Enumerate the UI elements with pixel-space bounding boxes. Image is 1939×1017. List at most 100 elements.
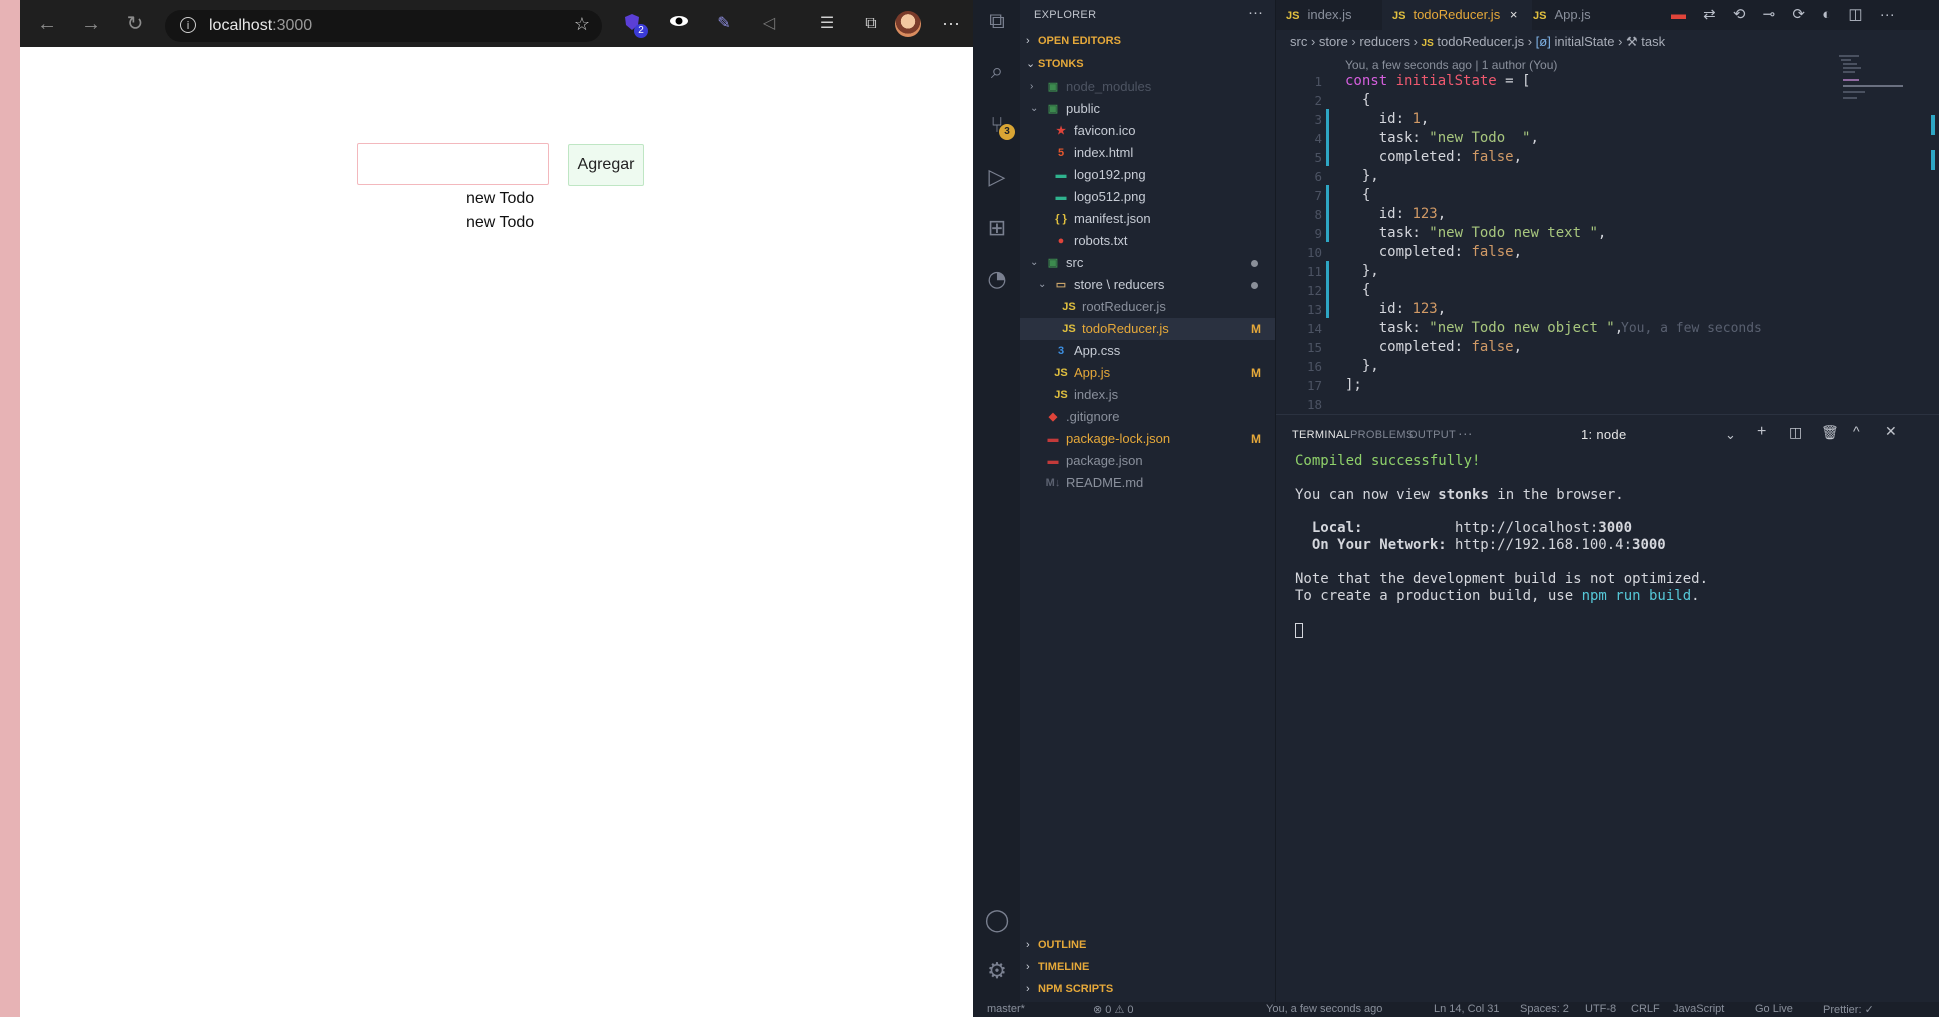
terminal-instance-select[interactable]: 1: node: [1581, 427, 1626, 442]
tree-item[interactable]: JS App.js M: [1020, 362, 1275, 384]
new-terminal-icon[interactable]: +: [1757, 423, 1767, 441]
previous-revision-icon[interactable]: ⟲: [1733, 6, 1746, 23]
tree-item[interactable]: 3 App.css: [1020, 340, 1275, 362]
code-line[interactable]: 1 const initialState = [: [1276, 72, 1836, 91]
minimap[interactable]: [1839, 55, 1914, 115]
toggle-blame-icon[interactable]: ◐: [1822, 6, 1831, 23]
code-line[interactable]: 14 task: "new Todo new object ", You, a f…: [1276, 319, 1836, 338]
breadcrumb-src[interactable]: src: [1290, 34, 1307, 49]
tree-item[interactable]: ● robots.txt: [1020, 230, 1275, 252]
eye-extension-icon[interactable]: [667, 12, 691, 36]
code-line[interactable]: 7 {: [1276, 186, 1836, 205]
extension-shield-icon[interactable]: 2: [620, 12, 648, 38]
account-icon[interactable]: ◯: [983, 907, 1011, 935]
indentation[interactable]: Spaces: 2: [1520, 1003, 1569, 1015]
code-line[interactable]: 11 },: [1276, 262, 1836, 281]
breadcrumb-symbol[interactable]: task: [1641, 34, 1665, 49]
more-menu-icon[interactable]: ⋯: [939, 12, 963, 36]
code-line[interactable]: 4 task: "new Todo ",: [1276, 129, 1836, 148]
read-aloud-icon[interactable]: ◁: [757, 12, 781, 36]
more-actions-icon[interactable]: ···: [1880, 6, 1895, 23]
run-debug-icon[interactable]: ▷: [983, 164, 1011, 192]
close-panel-icon[interactable]: ✕: [1885, 423, 1897, 440]
tree-item[interactable]: ◆ .gitignore: [1020, 406, 1275, 428]
explorer-more-icon[interactable]: ···: [1248, 4, 1263, 21]
code-line[interactable]: 15 completed: false,: [1276, 338, 1836, 357]
collections-icon[interactable]: ⧉: [859, 12, 883, 36]
forward-arrow-icon[interactable]: →: [76, 9, 106, 39]
tab-terminal[interactable]: TERMINAL: [1292, 429, 1350, 441]
prettier-status[interactable]: Prettier: ✓: [1823, 1003, 1874, 1016]
go-live[interactable]: Go Live: [1755, 1003, 1793, 1015]
gitlens-icon[interactable]: ◔: [983, 266, 1011, 294]
pen-extension-icon[interactable]: ✎: [712, 12, 736, 36]
favorite-star-icon[interactable]: ☆: [574, 14, 590, 35]
tree-item[interactable]: JS rootReducer.js: [1020, 296, 1275, 318]
section-npm-scripts[interactable]: › NPM SCRIPTS: [1026, 983, 1113, 995]
search-icon[interactable]: ⌕: [983, 58, 1011, 86]
problems-count[interactable]: ⊗ 0 ⚠ 0: [1093, 1003, 1133, 1016]
add-todo-button[interactable]: Agregar: [568, 144, 644, 186]
tree-item[interactable]: ▬ package-lock.json M: [1020, 428, 1275, 450]
reload-icon[interactable]: ↻: [120, 9, 150, 39]
back-arrow-icon[interactable]: ←: [32, 9, 62, 39]
code-line[interactable]: 16 },: [1276, 357, 1836, 376]
code-line[interactable]: 17];: [1276, 376, 1836, 395]
diff-icon[interactable]: ▬: [1671, 6, 1686, 23]
code-line[interactable]: 6 },: [1276, 167, 1836, 186]
tree-item[interactable]: ⌄ ▣ public: [1020, 98, 1275, 120]
language-mode[interactable]: JavaScript: [1673, 1003, 1724, 1015]
tab-problems[interactable]: PROBLEMS: [1350, 429, 1414, 441]
tree-item[interactable]: { } manifest.json: [1020, 208, 1275, 230]
git-branch[interactable]: master*: [987, 1003, 1025, 1015]
tree-item[interactable]: JS index.js: [1020, 384, 1275, 406]
split-editor-icon[interactable]: ◫: [1848, 6, 1862, 23]
profile-avatar[interactable]: [895, 11, 921, 37]
tab-index-js[interactable]: JS index.js: [1276, 0, 1391, 30]
close-tab-icon[interactable]: ×: [1510, 7, 1518, 22]
code-line[interactable]: 12 {: [1276, 281, 1836, 300]
trash-icon[interactable]: 🗑: [1821, 424, 1839, 441]
tree-item[interactable]: ▬ logo192.png: [1020, 164, 1275, 186]
blame-status[interactable]: You, a few seconds ago: [1266, 1003, 1382, 1015]
chevron-down-icon[interactable]: ⌄: [1725, 427, 1736, 443]
code-line[interactable]: 5 completed: false,: [1276, 148, 1836, 167]
code-line[interactable]: 18: [1276, 395, 1836, 414]
tab-app-js[interactable]: JS App.js: [1523, 0, 1623, 30]
commit-icon[interactable]: ⊸: [1763, 6, 1776, 23]
section-outline[interactable]: › OUTLINE: [1026, 939, 1086, 951]
panel-more-icon[interactable]: ···: [1458, 425, 1473, 441]
end-of-line[interactable]: CRLF: [1631, 1003, 1660, 1015]
tree-item[interactable]: JS todoReducer.js M: [1020, 318, 1275, 340]
info-icon[interactable]: i: [180, 17, 196, 33]
tree-item[interactable]: ▬ package.json: [1020, 450, 1275, 472]
code-line[interactable]: 8 id: 123,: [1276, 205, 1836, 224]
encoding[interactable]: UTF-8: [1585, 1003, 1616, 1015]
open-changes-icon[interactable]: ⇄: [1703, 6, 1716, 23]
favorites-icon[interactable]: ☰: [815, 12, 839, 36]
code-line[interactable]: 2 {: [1276, 91, 1836, 110]
section-timeline[interactable]: › TIMELINE: [1026, 961, 1089, 973]
explorer-files-icon[interactable]: ⧉: [983, 8, 1011, 36]
next-revision-icon[interactable]: ⟳: [1792, 6, 1805, 23]
section-open-editors[interactable]: › OPEN EDITORS: [1026, 35, 1121, 47]
settings-gear-icon[interactable]: ⚙: [983, 958, 1011, 986]
breadcrumb-reducers[interactable]: reducers: [1359, 34, 1410, 49]
maximize-panel-icon[interactable]: ^: [1853, 423, 1860, 439]
section-project[interactable]: ⌄ STONKS: [1026, 57, 1084, 70]
code-line[interactable]: 9 task: "new Todo new text ",: [1276, 224, 1836, 243]
tab-todoreducer-js[interactable]: JS todoReducer.js ×: [1382, 0, 1532, 30]
tree-item[interactable]: 5 index.html: [1020, 142, 1275, 164]
tree-item[interactable]: › ▣ node_modules: [1020, 76, 1275, 98]
cursor-position[interactable]: Ln 14, Col 31: [1434, 1003, 1499, 1015]
breadcrumb-symbol[interactable]: initialState: [1554, 34, 1614, 49]
code-editor[interactable]: 1 const initialState = [2 {3 id: 1, 4 task…: [1276, 72, 1939, 412]
code-line[interactable]: 13 id: 123,: [1276, 300, 1836, 319]
codelens-blame[interactable]: You, a few seconds ago | 1 author (You): [1345, 58, 1557, 72]
code-line[interactable]: 10 completed: false,: [1276, 243, 1836, 262]
tree-item[interactable]: M↓ README.md: [1020, 472, 1275, 494]
code-line[interactable]: 3 id: 1,: [1276, 110, 1836, 129]
breadcrumb-file[interactable]: todoReducer.js: [1437, 34, 1524, 49]
tree-item[interactable]: ⌄ ▣ src: [1020, 252, 1275, 274]
todo-input[interactable]: [357, 143, 549, 185]
